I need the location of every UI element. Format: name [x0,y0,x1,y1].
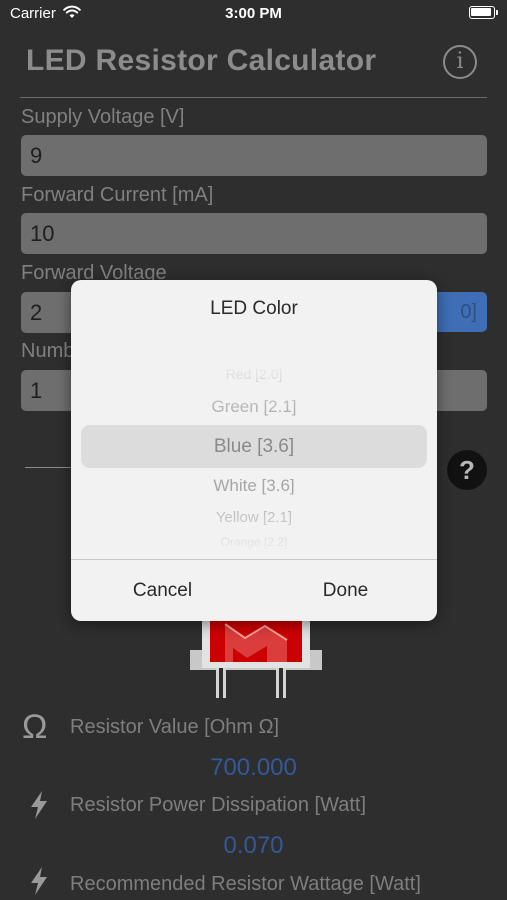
done-button[interactable]: Done [254,560,437,621]
picker-option[interactable]: Green [2.1] [81,397,427,417]
dialog-title: LED Color [210,298,298,319]
picker-option[interactable]: Red [2.0] [81,366,427,382]
picker-option[interactable]: Yellow [2.1] [81,509,427,526]
cancel-button[interactable]: Cancel [71,560,254,621]
led-color-picker-wheel[interactable]: Red [2.0] Green [2.1] Blue [3.6] White [… [81,360,427,556]
led-color-picker-dialog: LED Color Red [2.0] Green [2.1] Blue [3.… [71,280,437,621]
picker-option[interactable]: Orange [2.2] [81,535,427,549]
picker-option[interactable]: White [3.6] [81,476,427,496]
picker-option-selected[interactable]: Blue [3.6] [81,436,427,458]
